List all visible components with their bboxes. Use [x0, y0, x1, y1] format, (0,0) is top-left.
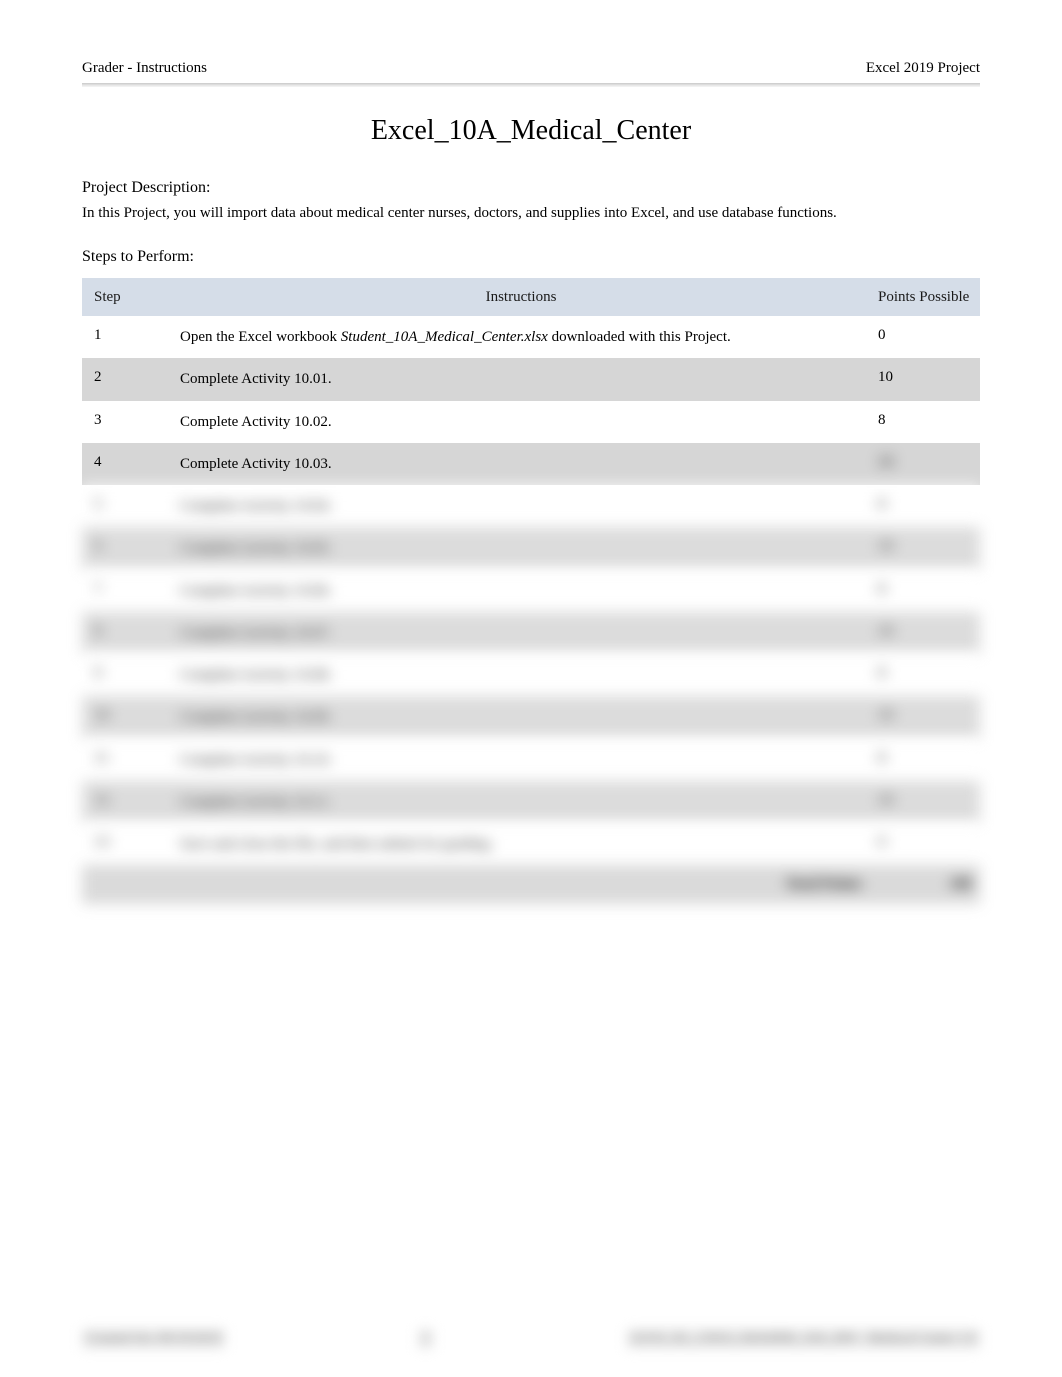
- instr-text-pre: Open the Excel workbook: [180, 329, 341, 345]
- step-number: 5: [82, 485, 172, 527]
- step-number: 11: [82, 739, 172, 781]
- page-header: Grader - Instructions Excel 2019 Project: [82, 60, 980, 83]
- total-label: Total Points: [172, 865, 870, 904]
- step-instruction: Complete Activity 10.11.: [172, 781, 870, 823]
- step-number: 2: [82, 358, 172, 400]
- step-points: 8: [870, 570, 980, 612]
- header-divider: [82, 83, 980, 87]
- step-points: 8: [870, 739, 980, 781]
- step-points: 0: [870, 316, 980, 358]
- table-total-row: Total Points 100: [82, 865, 980, 904]
- step-points: 10: [870, 358, 980, 400]
- step-number: 12: [82, 781, 172, 823]
- col-header-points: Points Possible: [870, 278, 980, 316]
- step-points: 0: [870, 823, 980, 865]
- table-row: 10 Complete Activity 10.09. 10: [82, 696, 980, 738]
- table-row: 3 Complete Activity 10.02. 8: [82, 401, 980, 443]
- step-number: 4: [82, 443, 172, 485]
- step-points: 8: [870, 485, 980, 527]
- table-row: 7 Complete Activity 10.06. 8: [82, 570, 980, 612]
- step-instruction: Complete Activity 10.01.: [172, 358, 870, 400]
- step-number: 10: [82, 696, 172, 738]
- step-number: 8: [82, 612, 172, 654]
- footer-center: 1: [418, 1329, 433, 1349]
- table-row: 6 Complete Activity 10.05. 10: [82, 527, 980, 569]
- step-instruction: Save and close the file, and then submit…: [172, 823, 870, 865]
- step-instruction: Complete Activity 10.04.: [172, 485, 870, 527]
- step-instruction: Complete Activity 10.08.: [172, 654, 870, 696]
- table-row: 13 Save and close the file, and then sub…: [82, 823, 980, 865]
- table-row: 2 Complete Activity 10.01. 10: [82, 358, 980, 400]
- instr-text-post: downloaded with this Project.: [548, 329, 731, 345]
- table-row: 5 Complete Activity 10.04. 8: [82, 485, 980, 527]
- step-number: 13: [82, 823, 172, 865]
- project-description-label: Project Description:: [82, 179, 980, 197]
- step-instruction: Complete Activity 10.09.: [172, 696, 870, 738]
- col-header-instructions: Instructions: [172, 278, 870, 316]
- header-right: Excel 2019 Project: [866, 60, 980, 77]
- step-number: 7: [82, 570, 172, 612]
- project-description-text: In this Project, you will import data ab…: [82, 205, 980, 222]
- step-number: 3: [82, 401, 172, 443]
- table-row: 4 Complete Activity 10.03. 10: [82, 443, 980, 485]
- step-instruction: Complete Activity 10.06.: [172, 570, 870, 612]
- step-points: 8: [870, 654, 980, 696]
- step-instruction: Complete Activity 10.03.: [172, 443, 870, 485]
- step-number: 9: [82, 654, 172, 696]
- col-header-step: Step: [82, 278, 172, 316]
- step-number: 6: [82, 527, 172, 569]
- page-title: Excel_10A_Medical_Center: [82, 115, 980, 147]
- table-row: 11 Complete Activity 10.10. 8: [82, 739, 980, 781]
- step-points: 10: [870, 612, 980, 654]
- step-points: 8: [870, 401, 980, 443]
- footer-right: GO19_XL_CH10_GRADER_10A_HW - Medical Cen…: [627, 1329, 980, 1349]
- step-instruction: Complete Activity 10.07.: [172, 612, 870, 654]
- table-row: 9 Complete Activity 10.08. 8: [82, 654, 980, 696]
- step-points: 10: [870, 781, 980, 823]
- page-footer: Created On: 09/19/2019 1 GO19_XL_CH10_GR…: [82, 1329, 980, 1349]
- step-instruction: Complete Activity 10.10.: [172, 739, 870, 781]
- step-instruction: Open the Excel workbook Student_10A_Medi…: [172, 316, 870, 358]
- step-instruction: Complete Activity 10.05.: [172, 527, 870, 569]
- header-left: Grader - Instructions: [82, 60, 207, 77]
- step-points: 10: [870, 443, 980, 485]
- table-header-row: Step Instructions Points Possible: [82, 278, 980, 316]
- step-instruction: Complete Activity 10.02.: [172, 401, 870, 443]
- footer-left: Created On: 09/19/2019: [82, 1329, 225, 1349]
- step-points: 10: [870, 527, 980, 569]
- table-row: 8 Complete Activity 10.07. 10: [82, 612, 980, 654]
- table-row: 12 Complete Activity 10.11. 10: [82, 781, 980, 823]
- instr-filename: Student_10A_Medical_Center.xlsx: [341, 329, 548, 345]
- step-points: 10: [870, 696, 980, 738]
- table-row: 1 Open the Excel workbook Student_10A_Me…: [82, 316, 980, 358]
- steps-label: Steps to Perform:: [82, 248, 980, 266]
- steps-table: Step Instructions Points Possible 1 Open…: [82, 278, 980, 904]
- total-value: 100: [870, 865, 980, 904]
- step-number: 1: [82, 316, 172, 358]
